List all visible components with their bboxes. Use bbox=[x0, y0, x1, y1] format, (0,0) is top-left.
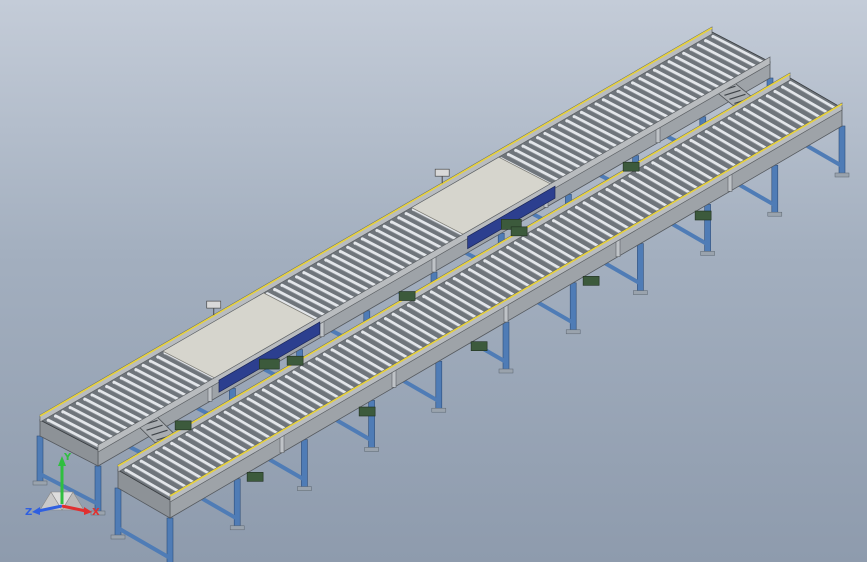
support-leg bbox=[569, 282, 577, 334]
leg-foot bbox=[700, 251, 715, 256]
leg-foot bbox=[229, 525, 245, 531]
side-rail bbox=[97, 56, 771, 453]
motor-box bbox=[470, 341, 488, 351]
photo-sensor bbox=[206, 300, 222, 309]
cad-graphics-viewport[interactable]: Y Z X bbox=[0, 0, 867, 562]
bed-top bbox=[117, 77, 843, 501]
leg-crossbar bbox=[117, 526, 171, 560]
leg-foot bbox=[364, 447, 379, 452]
support-leg bbox=[637, 243, 644, 294]
leg-foot bbox=[767, 211, 783, 217]
leg-foot bbox=[565, 329, 581, 335]
motor-box bbox=[398, 291, 416, 301]
conveyor-assembly-model[interactable] bbox=[0, 0, 867, 562]
photo-sensor bbox=[434, 168, 450, 177]
coordinate-triad[interactable]: Y Z X bbox=[24, 452, 104, 526]
leg-foot bbox=[110, 534, 126, 540]
support-leg bbox=[233, 478, 241, 530]
y-axis-label: Y bbox=[63, 452, 72, 463]
motor-box bbox=[694, 210, 712, 221]
leg-foot bbox=[431, 407, 447, 413]
motor-box bbox=[246, 472, 264, 482]
x-axis-label: X bbox=[92, 507, 100, 518]
motor-box bbox=[174, 420, 192, 431]
support-leg bbox=[435, 360, 443, 412]
support-leg bbox=[838, 125, 846, 177]
motor-box bbox=[582, 276, 600, 286]
rail-stripe bbox=[117, 73, 791, 467]
leg-foot bbox=[834, 172, 850, 178]
leg-foot bbox=[633, 290, 648, 295]
motor-box bbox=[286, 355, 304, 366]
leg-foot bbox=[498, 368, 514, 374]
motor-box bbox=[259, 358, 280, 370]
support-leg bbox=[771, 164, 779, 216]
support-leg bbox=[502, 321, 510, 373]
support-leg bbox=[301, 439, 308, 490]
motor-box bbox=[510, 226, 528, 237]
motor-box bbox=[358, 406, 376, 417]
leg-foot bbox=[297, 486, 312, 491]
bed-top bbox=[39, 31, 771, 451]
motor-box bbox=[622, 161, 640, 172]
z-axis-label: Z bbox=[25, 507, 32, 518]
